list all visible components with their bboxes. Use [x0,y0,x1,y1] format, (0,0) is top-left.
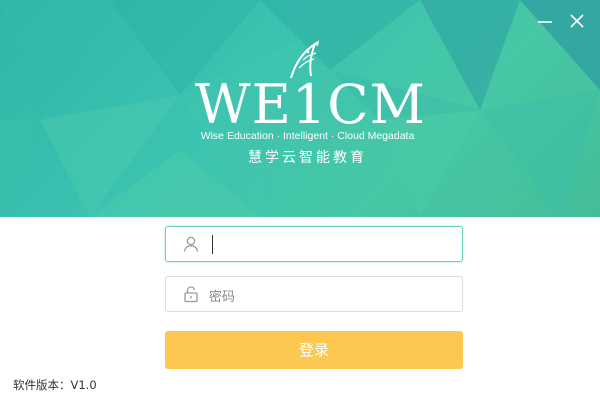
close-icon [570,14,584,28]
password-placeholder: 密码 [209,290,236,305]
login-button[interactable]: 登录 [165,331,463,369]
lock-icon [184,286,198,303]
minimize-icon [538,21,552,23]
user-icon [183,236,199,252]
logo-wordmark: WE1CM [195,73,426,136]
brand-logo: WE1CM Wise Education · Intelligent · Clo… [195,38,426,173]
software-version: 软件版本：V1.0 [13,378,97,392]
text-caret [212,235,213,254]
password-field[interactable]: 密码 [165,276,463,312]
close-button[interactable] [566,10,588,32]
login-window: WE1CM Wise Education · Intelligent · Clo… [0,0,600,400]
header-banner: WE1CM Wise Education · Intelligent · Clo… [0,0,600,217]
username-field[interactable] [165,226,463,262]
tagline-english: Wise Education · Intelligent · Cloud Meg… [200,130,415,142]
tagline-chinese: 慧学云智能教育 [248,150,367,166]
minimize-button[interactable] [534,10,556,32]
